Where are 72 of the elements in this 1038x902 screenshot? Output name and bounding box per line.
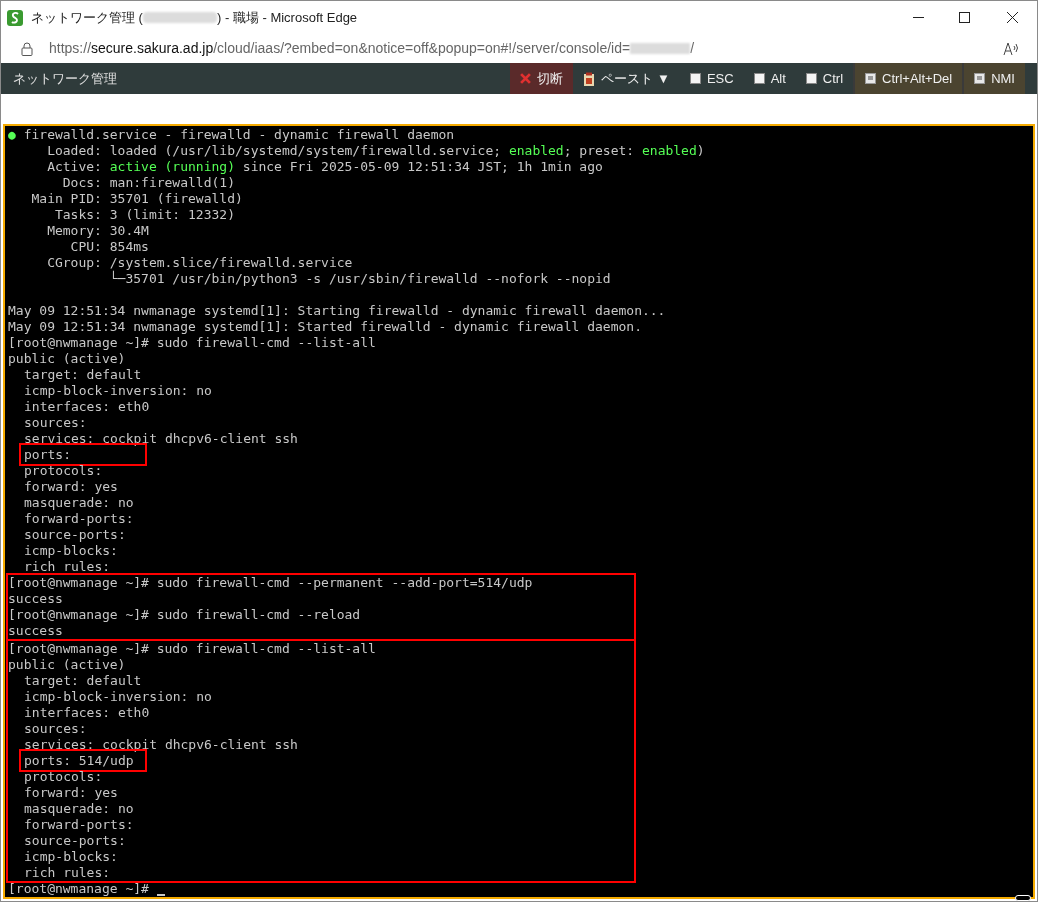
checkbox[interactable] — [689, 73, 701, 84]
paste-button[interactable]: ペースト ▼ — [573, 63, 680, 94]
terminal-line: [root@nwmanage ~]# sudo firewall-cmd --list-all — [8, 335, 376, 350]
send-key-button[interactable]: Ctrl+Alt+Del — [853, 63, 963, 94]
terminal-line: icmp-block-inversion: no — [24, 383, 212, 398]
terminal-line: icmp-blocks: — [24, 543, 118, 558]
terminal-line: icmp-block-inversion: no — [24, 689, 212, 704]
window-title: ) - 職場 - Microsoft Edge — [216, 8, 358, 27]
terminal-line: public (active) — [8, 351, 126, 366]
terminal-line: Docs: man:firewalld(1) — [61, 175, 235, 190]
terminal-line: success — [8, 591, 63, 606]
terminal-line: Tasks: 3 (limit: 12332) — [53, 207, 235, 222]
window-title: ネットワーク管理 ( — [31, 8, 143, 27]
terminal-line: sources: — [24, 415, 87, 430]
terminal-line: sources: — [24, 721, 87, 736]
terminal-line: May 09 12:51:34 nwmanage systemd[1]: Starting firewalld - dynamic firewall daemon... — [8, 303, 666, 318]
terminal-line: target: default — [24, 673, 142, 688]
keyboard-key-icon — [865, 73, 877, 84]
terminal-line: public (active) — [8, 657, 126, 672]
terminal-line: success — [8, 623, 63, 638]
key-toggle-checkbox[interactable]: Ctrl — [795, 63, 854, 94]
terminal-line: interfaces: eth0 — [24, 705, 150, 720]
terminal-line: masquerade: no — [24, 801, 134, 816]
terminal-line: Active: active (running) since Fri 2025-05-09 12:51:34 JST; 1h 1min ago — [46, 159, 603, 174]
terminal-line: rich rules: — [24, 559, 111, 574]
toolbar-title: ネットワーク管理 — [13, 69, 117, 88]
terminal-line: source-ports: — [24, 833, 126, 848]
terminal-line: protocols: — [24, 463, 103, 478]
terminal-line: services: cockpit dhcpv6-client ssh — [24, 737, 298, 752]
terminal-line: CPU: 854ms — [69, 239, 149, 254]
terminal-line: [root@nwmanage ~]# sudo firewall-cmd --permanent --add-port=514/udp — [8, 575, 533, 590]
app-icon — [7, 9, 23, 26]
terminal-line: [root@nwmanage ~]# — [8, 881, 150, 896]
terminal-line: Memory: 30.4M — [46, 223, 149, 238]
terminal-line: ports: 514/udp — [24, 753, 135, 769]
terminal-line: ● firewalld.service - firewalld - dynamic firewall daemon — [8, 127, 455, 142]
terminal-line: forward-ports: — [24, 511, 134, 526]
terminal-line: protocols: — [24, 769, 103, 784]
key-toggle-checkbox[interactable]: ESC — [679, 63, 744, 94]
address-field[interactable]: https://secure.sakura.ad.jp/cloud/iaas/?embed=on&notice=off&popup=on#!/server/console/id= / — [49, 38, 695, 59]
terminal-line: CGroup: /system.slice/firewalld.service — [46, 255, 353, 270]
resize-handle[interactable] — [1015, 895, 1031, 901]
close-icon — [520, 73, 532, 84]
disconnect-button[interactable]: 切断 — [510, 63, 574, 94]
terminal-line: May 09 12:51:34 nwmanage systemd[1]: Started firewalld - dynamic firewall daemon. — [8, 319, 642, 334]
terminal-line: source-ports: — [24, 527, 126, 542]
terminal-line: Loaded: loaded (/usr/lib/systemd/system/firewalld.service; enabled; preset: enabled) — [46, 143, 705, 158]
terminal-line: forward: yes — [24, 479, 118, 494]
key-toggle-checkbox[interactable]: Alt — [743, 63, 796, 94]
terminal-line: Main PID: 35701 (firewalld) — [30, 191, 243, 206]
close-icon — [1006, 12, 1018, 23]
read-aloud-icon[interactable] — [1003, 41, 1019, 56]
terminal-line: ports: — [24, 447, 72, 463]
lock-icon — [21, 41, 33, 56]
terminal-line: [root@nwmanage ~]# sudo firewall-cmd --reload — [8, 607, 361, 622]
terminal-line: target: default — [24, 367, 142, 382]
terminal-line: [root@nwmanage ~]# sudo firewall-cmd --list-all — [8, 641, 376, 656]
send-key-button[interactable]: NMI — [962, 63, 1025, 94]
terminal-line: forward: yes — [24, 785, 118, 800]
checkbox[interactable] — [805, 73, 817, 84]
clipboard-icon — [583, 71, 596, 86]
keyboard-key-icon — [974, 73, 986, 84]
checkbox[interactable] — [753, 73, 765, 84]
maximize-icon — [958, 12, 970, 23]
terminal-line: masquerade: no — [24, 495, 134, 510]
terminal-line: └─35701 /usr/bin/python3 -s /usr/sbin/firewalld --nofork --nopid — [108, 271, 611, 286]
terminal-line: services: cockpit dhcpv6-client ssh — [24, 431, 298, 446]
terminal-line: rich rules: — [24, 865, 111, 880]
terminal-line: icmp-blocks: — [24, 849, 118, 864]
terminal-line: interfaces: eth0 — [24, 399, 150, 414]
terminal-line: forward-ports: — [24, 817, 134, 832]
minimize-icon — [912, 16, 924, 19]
